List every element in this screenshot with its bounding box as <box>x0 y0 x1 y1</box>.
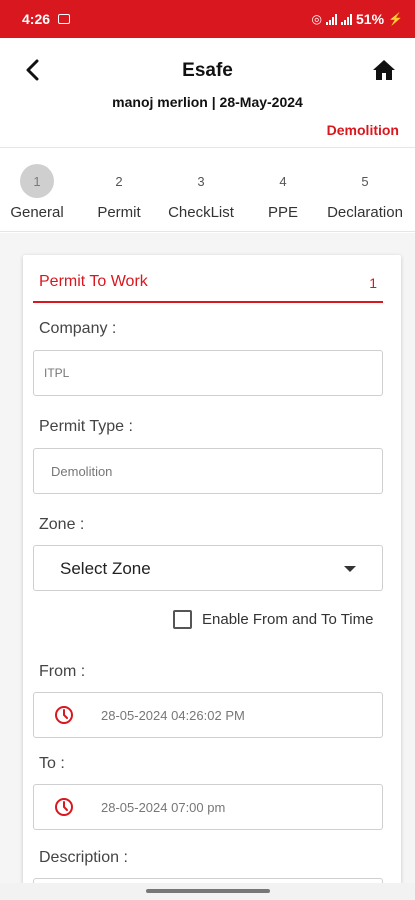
description-label: Description : <box>39 849 128 866</box>
from-label: From : <box>39 663 86 680</box>
home-button[interactable] <box>369 56 399 84</box>
user-date-subtitle: manoj merlion | 28-May-2024 <box>112 94 303 110</box>
step-number: 1 <box>20 164 54 198</box>
step-permit[interactable]: 2 Permit <box>78 164 160 222</box>
clock-icon <box>55 798 73 816</box>
permit-type-field[interactable]: Demolition <box>33 448 383 494</box>
step-label: PPE <box>267 204 298 221</box>
step-indicator: 1 General 2 Permit 3 CheckList 4 PPE 5 D… <box>0 150 415 232</box>
enable-time-row[interactable]: Enable From and To Time <box>173 610 373 629</box>
gallery-notification-icon <box>58 14 71 24</box>
step-checklist[interactable]: 3 CheckList <box>160 164 242 222</box>
step-number: 5 <box>361 173 369 189</box>
permit-type-label: Permit Type : <box>39 418 133 435</box>
step-label: General <box>10 204 64 221</box>
step-label: Permit <box>97 204 141 221</box>
zone-selected-value: Select Zone <box>60 559 151 578</box>
company-value: ITPL <box>44 366 70 380</box>
step-general[interactable]: 1 General <box>0 164 78 221</box>
step-label: Declaration <box>327 204 403 221</box>
hotspot-icon: ◎ <box>311 12 323 26</box>
step-ppe[interactable]: 4 PPE <box>242 164 324 222</box>
enable-time-label: Enable From and To Time <box>202 611 374 628</box>
system-navigation-bar <box>0 883 415 900</box>
step-label: CheckList <box>168 204 234 221</box>
home-gesture-handle[interactable] <box>146 889 270 893</box>
section-header: Permit To Work 1 <box>33 267 383 303</box>
section-count: 1 <box>369 275 377 291</box>
to-datetime-value: 28-05-2024 07:00 pm <box>101 800 226 815</box>
zone-select[interactable]: Select Zone <box>33 545 383 591</box>
permit-type-value: Demolition <box>51 464 113 479</box>
step-number: 2 <box>115 173 123 189</box>
section-title: Permit To Work <box>39 273 148 290</box>
home-icon <box>373 60 395 80</box>
company-label: Company : <box>39 320 117 337</box>
status-bar: 4:26 ◎ 51% ⚡ <box>0 0 415 38</box>
status-time: 4:26 <box>22 11 51 27</box>
to-label: To : <box>39 755 65 772</box>
zone-label: Zone : <box>39 516 85 533</box>
step-declaration[interactable]: 5 Declaration <box>324 164 406 222</box>
to-datetime-field[interactable]: 28-05-2024 07:00 pm <box>33 784 383 830</box>
from-datetime-value: 28-05-2024 04:26:02 PM <box>101 708 245 723</box>
dropdown-arrow-icon <box>344 566 356 572</box>
signal-icon <box>326 13 338 25</box>
company-field[interactable]: ITPL <box>33 350 383 396</box>
clock-icon <box>55 706 73 724</box>
enable-time-checkbox[interactable] <box>173 610 192 629</box>
app-header: Esafe manoj merlion | 28-May-2024 Demoli… <box>0 38 415 148</box>
step-number: 4 <box>279 173 287 189</box>
battery-charging-icon: ⚡ <box>388 12 403 26</box>
signal-icon-2 <box>341 13 353 25</box>
from-datetime-field[interactable]: 28-05-2024 04:26:02 PM <box>33 692 383 738</box>
battery-level: 51% <box>356 11 385 27</box>
permit-form-card: Permit To Work 1 Company : ITPL Permit T… <box>23 255 401 898</box>
permit-type-tag: Demolition <box>326 122 399 138</box>
page-title: Esafe <box>182 60 233 81</box>
step-number: 3 <box>197 173 205 189</box>
